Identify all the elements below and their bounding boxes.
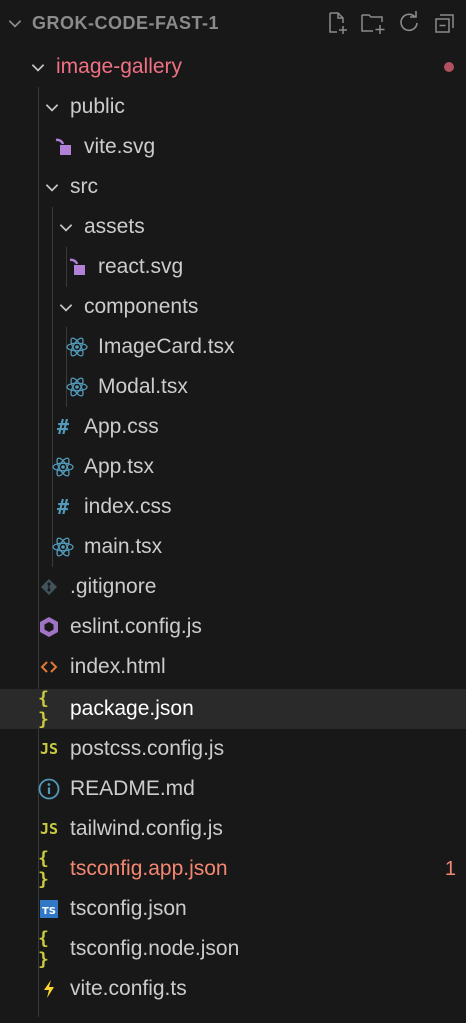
new-file-icon[interactable]: [324, 10, 350, 36]
file-label: tsconfig.node.json: [70, 937, 240, 960]
folder-assets[interactable]: assets: [0, 207, 466, 247]
new-folder-icon[interactable]: [360, 10, 386, 36]
file-label: App.css: [84, 415, 159, 438]
folder-label: image-gallery: [56, 55, 183, 78]
file-label: react.svg: [98, 255, 184, 278]
file-label: main.tsx: [84, 535, 163, 558]
chevron-down-icon: [56, 217, 76, 237]
file-label: .gitignore: [70, 575, 157, 598]
file-tailwind-config[interactable]: JS tailwind.config.js: [0, 809, 466, 849]
json-braces-icon: { }: [38, 848, 49, 890]
vite-icon: [38, 978, 60, 1000]
react-icon: [66, 376, 88, 398]
file-index-html[interactable]: index.html: [0, 647, 466, 687]
file-label: ImageCard.tsx: [98, 335, 235, 358]
chevron-down-icon: [42, 97, 62, 117]
file-label: tailwind.config.js: [70, 817, 223, 840]
problems-count-badge: 1: [444, 857, 456, 880]
svg-file-icon: [66, 256, 88, 278]
folder-src[interactable]: src: [0, 167, 466, 207]
file-label: tsconfig.json: [70, 897, 187, 920]
file-explorer: GROK-CODE-FAST-1 image-gallery public vi…: [0, 0, 466, 1023]
file-gitignore[interactable]: .gitignore: [0, 567, 466, 607]
typescript-icon: TS: [38, 898, 60, 920]
file-readme[interactable]: README.md: [0, 769, 466, 809]
file-vite-svg[interactable]: vite.svg: [0, 127, 466, 167]
chevron-down-icon: [28, 57, 48, 77]
file-package-json[interactable]: { } package.json: [0, 688, 466, 730]
chevron-down-icon: [42, 177, 62, 197]
file-label: README.md: [70, 777, 195, 800]
file-tsconfig-json[interactable]: TS tsconfig.json: [0, 889, 466, 929]
chevron-down-icon[interactable]: [6, 14, 24, 37]
git-icon: [38, 576, 60, 598]
folder-components[interactable]: components: [0, 287, 466, 327]
file-modal-tsx[interactable]: Modal.tsx: [0, 367, 466, 407]
explorer-actions: [324, 10, 458, 36]
react-icon: [52, 536, 74, 558]
chevron-down-icon: [56, 297, 76, 317]
file-index-css[interactable]: # index.css: [0, 487, 466, 527]
folder-label: assets: [84, 215, 145, 238]
folder-label: public: [70, 95, 125, 118]
folder-label: src: [70, 175, 98, 198]
refresh-icon[interactable]: [396, 10, 422, 36]
eslint-icon: [38, 616, 60, 638]
file-app-tsx[interactable]: App.tsx: [0, 447, 466, 487]
file-label: Modal.tsx: [98, 375, 188, 398]
svg-file-icon: [52, 136, 74, 158]
javascript-icon: JS: [39, 820, 59, 838]
react-icon: [52, 456, 74, 478]
workspace-title[interactable]: GROK-CODE-FAST-1: [32, 13, 219, 34]
file-label: postcss.config.js: [70, 737, 225, 760]
file-label: tsconfig.app.json: [70, 857, 228, 880]
css-hash-icon: #: [56, 495, 70, 519]
file-label: index.html: [70, 655, 166, 678]
json-braces-icon: { }: [38, 688, 49, 730]
file-eslint-config[interactable]: eslint.config.js: [0, 607, 466, 647]
file-label: App.tsx: [84, 455, 155, 478]
file-label: index.css: [84, 495, 172, 518]
javascript-icon: JS: [39, 740, 59, 758]
folder-public[interactable]: public: [0, 87, 466, 127]
file-react-svg[interactable]: react.svg: [0, 247, 466, 287]
folder-image-gallery[interactable]: image-gallery: [0, 47, 466, 87]
file-tsconfig-node-json[interactable]: { } tsconfig.node.json: [0, 928, 466, 970]
file-label: eslint.config.js: [70, 615, 202, 638]
file-main-tsx[interactable]: main.tsx: [0, 527, 466, 567]
ts-box: TS: [40, 900, 58, 918]
file-app-css[interactable]: # App.css: [0, 407, 466, 447]
file-label: package.json: [70, 697, 194, 720]
file-imagecard-tsx[interactable]: ImageCard.tsx: [0, 327, 466, 367]
file-label: vite.config.ts: [70, 977, 187, 1000]
react-icon: [66, 336, 88, 358]
file-tsconfig-app-json[interactable]: { } tsconfig.app.json 1: [0, 848, 466, 890]
collapse-all-icon[interactable]: [432, 10, 458, 36]
file-postcss-config[interactable]: JS postcss.config.js: [0, 729, 466, 769]
html-icon: [38, 656, 60, 678]
modified-dot-icon: [444, 62, 454, 72]
file-label: vite.svg: [84, 135, 156, 158]
json-braces-icon: { }: [38, 928, 49, 970]
folder-label: components: [84, 295, 199, 318]
info-icon: [38, 778, 60, 800]
file-vite-config[interactable]: vite.config.ts: [0, 969, 466, 1009]
css-hash-icon: #: [56, 415, 70, 439]
explorer-header[interactable]: GROK-CODE-FAST-1: [0, 0, 466, 46]
